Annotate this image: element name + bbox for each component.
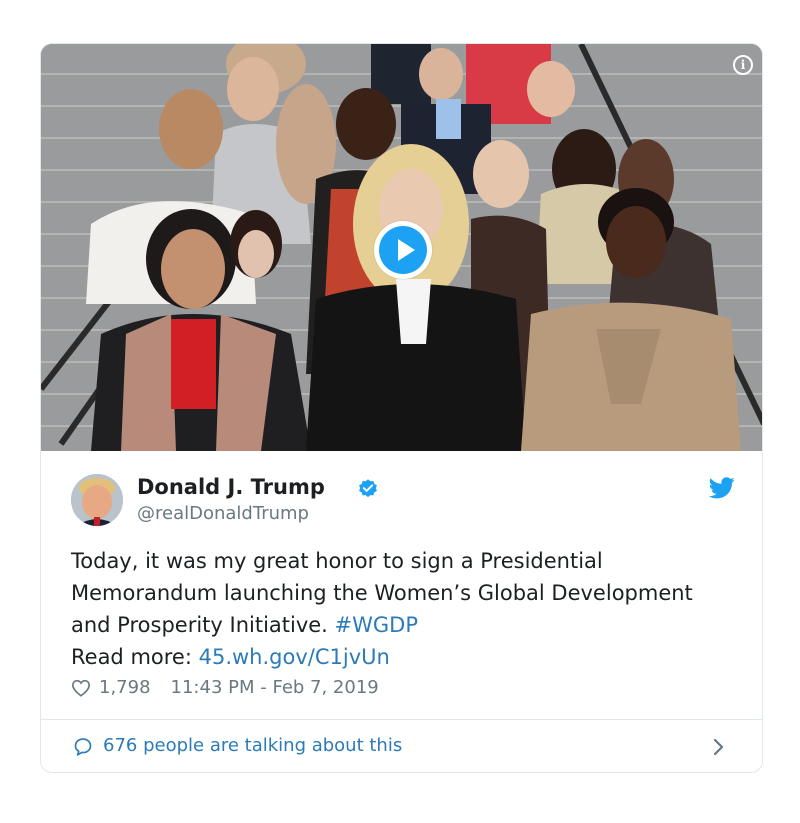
author-name[interactable]: Donald J. Trump <box>137 475 325 499</box>
tweet-meta: 1,798 11:43 PM - Feb 7, 2019 <box>71 677 379 698</box>
like-count[interactable]: 1,798 <box>99 677 151 698</box>
info-icon[interactable]: i <box>733 55 753 75</box>
conversation-link[interactable]: 676 people are talking about this <box>41 720 762 772</box>
heart-icon[interactable] <box>71 679 91 697</box>
tweet-video[interactable]: i <box>41 44 762 451</box>
play-button[interactable] <box>374 221 432 279</box>
twitter-bird-icon[interactable] <box>709 477 735 499</box>
play-icon <box>379 226 427 274</box>
avatar[interactable] <box>71 474 123 526</box>
talking-count: 676 people are talking about this <box>103 735 403 756</box>
tweet-text: Today, it was my great honor to sign a P… <box>71 545 731 673</box>
tweet-timestamp[interactable]: 11:43 PM - Feb 7, 2019 <box>171 677 379 698</box>
verified-badge-icon <box>359 479 377 498</box>
hashtag-link[interactable]: #WGDP <box>335 613 418 637</box>
author-handle[interactable]: @realDonaldTrump <box>137 503 309 524</box>
url-link[interactable]: 45.wh.gov/C1jvUn <box>199 645 390 669</box>
speech-bubble-icon <box>74 738 92 756</box>
read-more-label: Read more: <box>71 645 199 669</box>
tweet-card: i Donald J. Trump @realDonaldTrump Today… <box>40 43 763 773</box>
chevron-right-icon <box>713 738 724 756</box>
